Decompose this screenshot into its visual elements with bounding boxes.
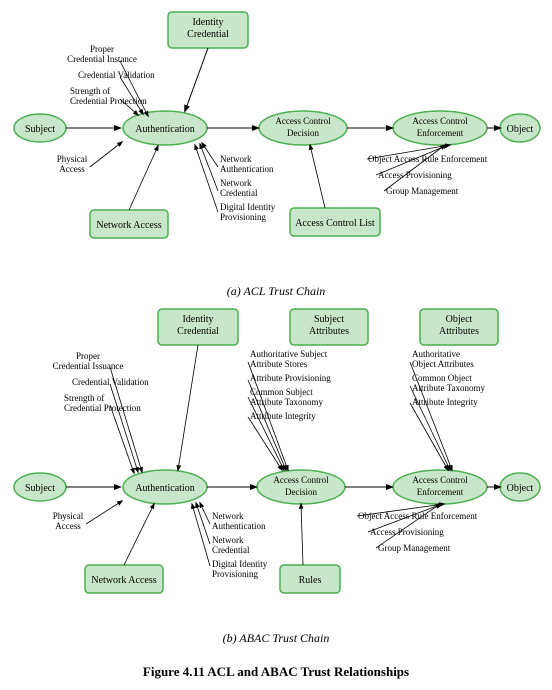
svg-text:Decision: Decision [285, 487, 317, 497]
svg-text:Identity: Identity [182, 314, 213, 325]
svg-text:Credential: Credential [220, 188, 258, 198]
svg-text:Credential Issuance: Credential Issuance [53, 361, 124, 371]
svg-text:Authoritative: Authoritative [412, 349, 460, 359]
svg-text:Enforcement: Enforcement [417, 128, 464, 138]
svg-text:Credential: Credential [212, 545, 250, 555]
svg-text:Enforcement: Enforcement [417, 487, 464, 497]
svg-text:Group Management: Group Management [386, 186, 459, 196]
svg-text:Subject: Subject [25, 124, 55, 135]
svg-text:Physical: Physical [53, 511, 84, 521]
svg-text:Digital Identity: Digital Identity [220, 202, 276, 212]
svg-text:Proper: Proper [76, 351, 100, 361]
svg-text:Attribute Taxonomy: Attribute Taxonomy [412, 383, 485, 393]
svg-text:Network Access: Network Access [91, 575, 156, 586]
svg-text:Credential Protection: Credential Protection [70, 96, 147, 106]
svg-text:Network Access: Network Access [96, 220, 161, 231]
svg-text:Common Object: Common Object [412, 373, 472, 383]
svg-text:Credential Instance: Credential Instance [67, 54, 137, 64]
svg-text:Subject: Subject [25, 483, 55, 494]
svg-text:Attribute Integrity: Attribute Integrity [412, 397, 478, 407]
svg-text:Subject: Subject [314, 314, 344, 325]
svg-text:Digital Identity: Digital Identity [212, 559, 268, 569]
svg-text:Access Control: Access Control [273, 475, 329, 485]
caption-b: (b) ABAC Trust Chain [10, 631, 542, 646]
svg-text:Credential: Credential [187, 29, 229, 40]
svg-text:Authentication: Authentication [212, 521, 266, 531]
svg-text:Provisioning: Provisioning [212, 569, 259, 579]
svg-text:Access Control List: Access Control List [295, 218, 375, 229]
svg-text:Physical: Physical [57, 154, 88, 164]
svg-text:Access Control: Access Control [412, 116, 468, 126]
svg-text:Access Control: Access Control [275, 116, 331, 126]
svg-text:Access: Access [59, 164, 85, 174]
svg-text:Authentication: Authentication [135, 483, 194, 494]
svg-text:Attribute Taxonomy: Attribute Taxonomy [250, 397, 323, 407]
svg-text:Object: Object [446, 314, 473, 325]
svg-text:Authentication: Authentication [135, 124, 194, 135]
svg-text:Attributes: Attributes [309, 326, 349, 337]
svg-text:Provisioning: Provisioning [220, 212, 267, 222]
svg-text:Identity: Identity [192, 17, 223, 28]
svg-text:Network: Network [212, 511, 244, 521]
svg-text:Network: Network [212, 535, 244, 545]
svg-text:Access Provisioning: Access Provisioning [378, 170, 452, 180]
caption-a: (a) ACL Trust Chain [10, 284, 542, 299]
svg-text:Object: Object [507, 483, 534, 494]
svg-text:Access Provisioning: Access Provisioning [370, 527, 444, 537]
svg-text:Network: Network [220, 178, 252, 188]
svg-text:Rules: Rules [299, 575, 322, 586]
svg-text:Proper: Proper [90, 44, 114, 54]
svg-text:Strength of: Strength of [70, 86, 110, 96]
svg-text:Object: Object [507, 124, 534, 135]
svg-text:Decision: Decision [287, 128, 319, 138]
svg-text:Object Attributes: Object Attributes [412, 359, 474, 369]
svg-text:Credential Protection: Credential Protection [64, 403, 141, 413]
svg-text:Attributes: Attributes [439, 326, 479, 337]
figure-container: Identity Credential Proper Credential In… [10, 10, 542, 680]
svg-text:Credential Validation: Credential Validation [78, 70, 155, 80]
svg-text:Access: Access [55, 521, 81, 531]
svg-text:Network: Network [220, 154, 252, 164]
svg-text:Group Management: Group Management [378, 543, 451, 553]
svg-text:Attribute Provisioning: Attribute Provisioning [250, 373, 331, 383]
figure-title: Figure 4.11 ACL and ABAC Trust Relations… [143, 664, 409, 680]
svg-text:Strength of: Strength of [64, 393, 104, 403]
diagram-a: Identity Credential Proper Credential In… [10, 10, 542, 299]
diagram-b: Identity Credential Subject Attributes O… [10, 307, 542, 646]
svg-text:Access Control: Access Control [412, 475, 468, 485]
svg-text:Attribute Stores: Attribute Stores [250, 359, 308, 369]
svg-text:Attribute Integrity: Attribute Integrity [250, 411, 316, 421]
svg-text:Credential: Credential [177, 326, 219, 337]
svg-text:Authoritative Subject: Authoritative Subject [250, 349, 328, 359]
svg-text:Authentication: Authentication [220, 164, 274, 174]
